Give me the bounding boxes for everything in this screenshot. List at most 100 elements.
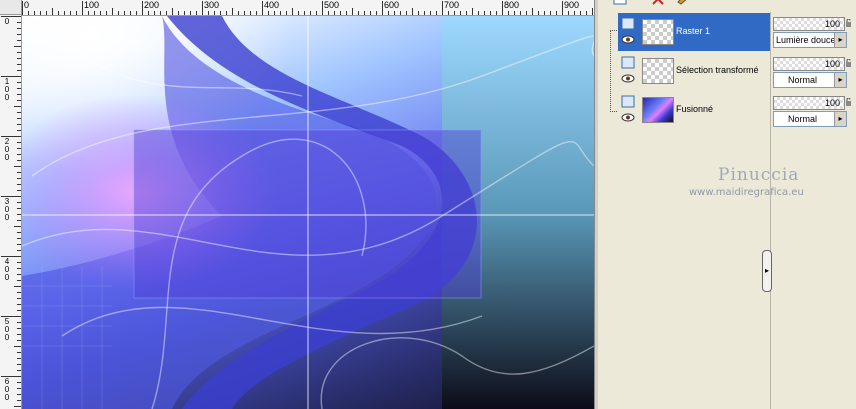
ruler-tick <box>310 11 311 15</box>
ruler-tick <box>76 11 77 15</box>
ruler-tick <box>17 154 21 155</box>
lock-icon[interactable] <box>846 18 851 27</box>
ruler-label: 100 <box>4 77 10 102</box>
ruler-tick <box>17 310 21 311</box>
blend-mode-select[interactable]: Normal ▸ <box>773 72 847 88</box>
ruler-label: 200 <box>144 0 160 10</box>
layer-thumbnail <box>642 58 674 84</box>
canvas-scroll-edge[interactable] <box>594 0 598 409</box>
ruler-tick <box>17 34 21 35</box>
ruler-tick <box>17 190 21 191</box>
ruler-tick <box>412 8 413 15</box>
opacity-slider[interactable]: 100 <box>773 96 845 110</box>
ruler-tick <box>34 11 35 15</box>
blend-mode-select[interactable]: Normal ▸ <box>773 111 847 127</box>
ruler-tick <box>14 106 21 107</box>
ruler-label: 200 <box>4 137 10 162</box>
layer-row-merged[interactable]: Fusionné <box>618 91 770 129</box>
ruler-tick <box>202 1 203 15</box>
ruler-tick <box>382 1 383 15</box>
eye-icon[interactable] <box>621 113 635 122</box>
ruler-tick <box>1 256 21 257</box>
ruler-tick <box>460 11 461 15</box>
ruler-tick <box>17 280 21 281</box>
ruler-tick <box>112 8 113 15</box>
ruler-tick <box>28 11 29 15</box>
eye-icon[interactable] <box>621 35 635 44</box>
ruler-tick <box>130 11 131 15</box>
ruler-label: 600 <box>384 0 400 10</box>
ruler-tick <box>17 148 21 149</box>
ruler-tick <box>514 11 515 15</box>
opacity-slider[interactable]: 100 <box>773 17 845 31</box>
ruler-tick <box>118 11 119 15</box>
ruler-tick <box>17 124 21 125</box>
canvas-artwork <box>22 16 594 409</box>
layer-group-bracket <box>610 30 617 112</box>
ruler-tick <box>418 11 419 15</box>
eye-icon[interactable] <box>621 74 635 83</box>
layer-props-raster-1: 100 Lumière douce ▸ <box>772 15 851 51</box>
ruler-label: 800 <box>504 0 520 10</box>
ruler-tick <box>220 11 221 15</box>
ruler-tick <box>340 11 341 15</box>
ruler-tick <box>64 11 65 15</box>
new-layer-icon[interactable] <box>612 0 628 8</box>
ruler-tick <box>17 244 21 245</box>
ruler-tick <box>14 46 21 47</box>
lock-icon[interactable] <box>846 97 851 106</box>
layer-row-selection-transformed[interactable]: Sélection transformé <box>618 52 770 90</box>
ruler-label: 0 <box>24 0 30 10</box>
ruler-tick <box>17 52 21 53</box>
horizontal-ruler: 0 100 200 300 400 500 600 700 800 900 <box>22 0 594 16</box>
ruler-tick <box>538 11 539 15</box>
ruler-tick <box>334 11 335 15</box>
ruler-tick <box>148 11 149 15</box>
layer-row-raster-1[interactable]: Raster 1 <box>618 13 770 51</box>
ruler-tick <box>14 226 21 227</box>
ruler-tick <box>17 100 21 101</box>
ruler-tick <box>17 388 21 389</box>
opacity-value: 100 <box>824 59 840 69</box>
ruler-tick <box>508 11 509 15</box>
ruler-tick <box>256 11 257 15</box>
ruler-tick <box>556 11 557 15</box>
ruler-tick <box>17 94 21 95</box>
opacity-slider[interactable]: 100 <box>773 57 845 71</box>
ruler-tick <box>166 11 167 15</box>
layer-props-selection-transformed: 100 Normal ▸ <box>772 55 851 91</box>
ruler-tick <box>226 11 227 15</box>
ruler-tick <box>424 11 425 15</box>
dropdown-arrow-icon[interactable]: ▸ <box>834 112 846 126</box>
dropdown-arrow-icon[interactable]: ▸ <box>834 73 846 87</box>
blend-mode-select[interactable]: Lumière douce ▸ <box>773 32 847 48</box>
vertical-ruler: 0 100 200 300 400 500 600 <box>0 15 22 409</box>
ruler-tick <box>526 11 527 15</box>
layers-toolbar <box>600 0 856 10</box>
ruler-tick <box>17 130 21 131</box>
ruler-tick <box>544 11 545 15</box>
lock-icon[interactable] <box>846 58 851 67</box>
ruler-tick <box>136 11 137 15</box>
ruler-label: 500 <box>324 0 340 10</box>
image-canvas[interactable] <box>22 16 594 409</box>
ruler-tick <box>142 1 143 15</box>
ruler-tick <box>22 1 23 15</box>
ruler-tick <box>448 11 449 15</box>
ruler-tick <box>1 316 21 317</box>
dropdown-arrow-icon[interactable]: ▸ <box>834 33 846 47</box>
opacity-value: 100 <box>824 98 840 108</box>
ruler-tick <box>496 11 497 15</box>
ruler-tick <box>17 370 21 371</box>
ruler-tick <box>17 184 21 185</box>
raster-layer-icon <box>621 56 635 70</box>
collapse-panel-icon[interactable]: ▸ <box>762 250 772 292</box>
ruler-tick <box>580 11 581 15</box>
ruler-tick <box>17 118 21 119</box>
ruler-tick <box>17 394 21 395</box>
delete-layer-icon[interactable] <box>650 0 666 8</box>
ruler-tick <box>124 11 125 15</box>
layer-properties-icon[interactable] <box>676 0 692 8</box>
ruler-tick <box>17 340 21 341</box>
ruler-tick <box>520 11 521 15</box>
